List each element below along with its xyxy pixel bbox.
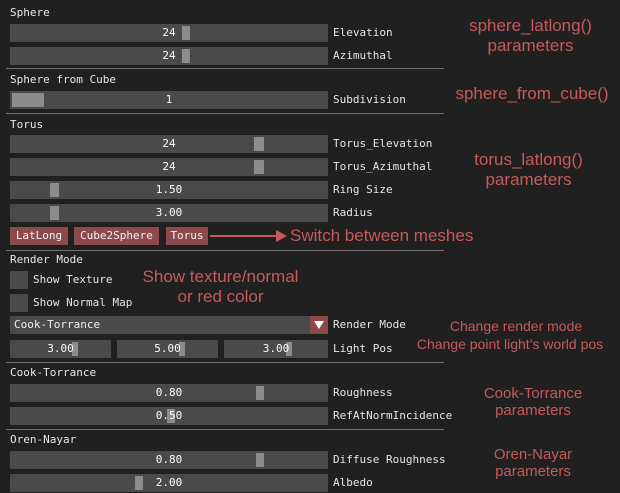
ref-at-norm-incidence-slider[interactable]: 0.50 [10,407,328,425]
chevron-down-icon [314,321,324,329]
separator [6,68,444,69]
ref-at-norm-incidence-value: 0.50 [155,409,183,422]
roughness-value: 0.80 [155,386,183,399]
subdivision-label: Subdivision [333,93,406,106]
subdivision-value: 1 [165,93,173,106]
annotation-cook-torrance: Cook-Torrance parameters [483,385,583,420]
section-header-torus: Torus [10,118,44,131]
ref-at-norm-incidence-label: RefAtNormIncidence [333,409,453,422]
separator [6,250,444,251]
separator [6,113,444,114]
separator [6,429,444,430]
elevation-label: Elevation [333,26,393,39]
torus-azimuthal-value: 24 [162,160,176,173]
diffuse-roughness-slider[interactable]: 0.80 [10,451,328,469]
diffuse-roughness-value: 0.80 [155,453,183,466]
roughness-slider[interactable]: 0.80 [10,384,328,402]
ring-size-value: 1.50 [155,183,183,196]
torus-elevation-value: 24 [162,137,176,150]
latlong-button[interactable]: LatLong [10,227,68,245]
ring-size-slider[interactable]: 1.50 [10,181,328,199]
diffuse-roughness-label: Diffuse Roughness [333,453,446,466]
show-normal-map-label: Show Normal Map [33,296,133,309]
separator [6,362,444,363]
light-pos-z-input[interactable]: 3.00 [224,340,328,358]
arrow-right-icon [210,230,287,242]
section-header-sphere: Sphere [10,6,50,19]
annotation-sphere-from-cube: sphere_from_cube() [455,84,609,103]
light-pos-y-input[interactable]: 5.00 [117,340,218,358]
roughness-label: Roughness [333,386,393,399]
azimuthal-label: Azimuthal [333,49,393,62]
annotation-oren-nayar: Oren-Nayar parameters [493,446,573,481]
section-header-oren-nayar: Oren-Nayar [10,433,77,446]
elevation-value: 24 [162,26,176,39]
section-header-cook-torrance: Cook-Torrance [10,366,97,379]
azimuthal-value: 24 [162,49,176,62]
radius-slider[interactable]: 3.00 [10,204,328,222]
show-normal-map-checkbox[interactable] [10,294,28,312]
torus-elevation-label: Torus_Elevation [333,137,433,150]
section-header-render-mode: Render Mode [10,253,83,266]
annotation-change-render-mode: Change render mode [449,318,583,334]
annotation-switch-meshes: Switch between meshes [290,226,474,245]
light-pos-y-value: 5.00 [154,342,181,355]
azimuthal-slider[interactable]: 24 [10,47,328,65]
albedo-label: Albedo [333,476,373,489]
annotation-sphere-latlong: sphere_latlong() parameters [469,16,592,55]
subdivision-slider[interactable]: 1 [10,91,328,109]
torus-elevation-slider[interactable]: 24 [10,135,328,153]
torus-azimuthal-label: Torus_Azimuthal [333,160,433,173]
light-pos-x-input[interactable]: 3.00 [10,340,111,358]
torus-button[interactable]: Torus [166,227,208,245]
albedo-value: 2.00 [155,476,183,489]
elevation-slider[interactable]: 24 [10,24,328,42]
annotation-show-texture: Show texture/normal or red color [142,267,299,306]
render-mode-dropdown-value: Cook-Torrance [14,318,101,331]
light-pos-z-value: 3.00 [262,342,290,355]
light-pos-x-value: 3.00 [47,342,74,355]
albedo-slider[interactable]: 2.00 [10,474,328,492]
render-mode-dropdown[interactable]: Cook-Torrance [10,316,328,334]
radius-value: 3.00 [155,206,183,219]
ring-size-label: Ring Size [333,183,393,196]
show-texture-checkbox[interactable] [10,271,28,289]
dropdown-arrow-button[interactable] [310,316,328,334]
annotation-change-light-pos: Change point light's world pos [416,336,604,352]
radius-label: Radius [333,206,373,219]
light-pos-label: Light Pos [333,342,393,355]
render-mode-label: Render Mode [333,318,406,331]
show-texture-label: Show Texture [33,273,113,286]
cube2sphere-button[interactable]: Cube2Sphere [74,227,159,245]
torus-azimuthal-slider[interactable]: 24 [10,158,328,176]
section-header-sphere-from-cube: Sphere from Cube [10,73,116,86]
annotation-torus-latlong: torus_latlong() parameters [474,150,583,189]
